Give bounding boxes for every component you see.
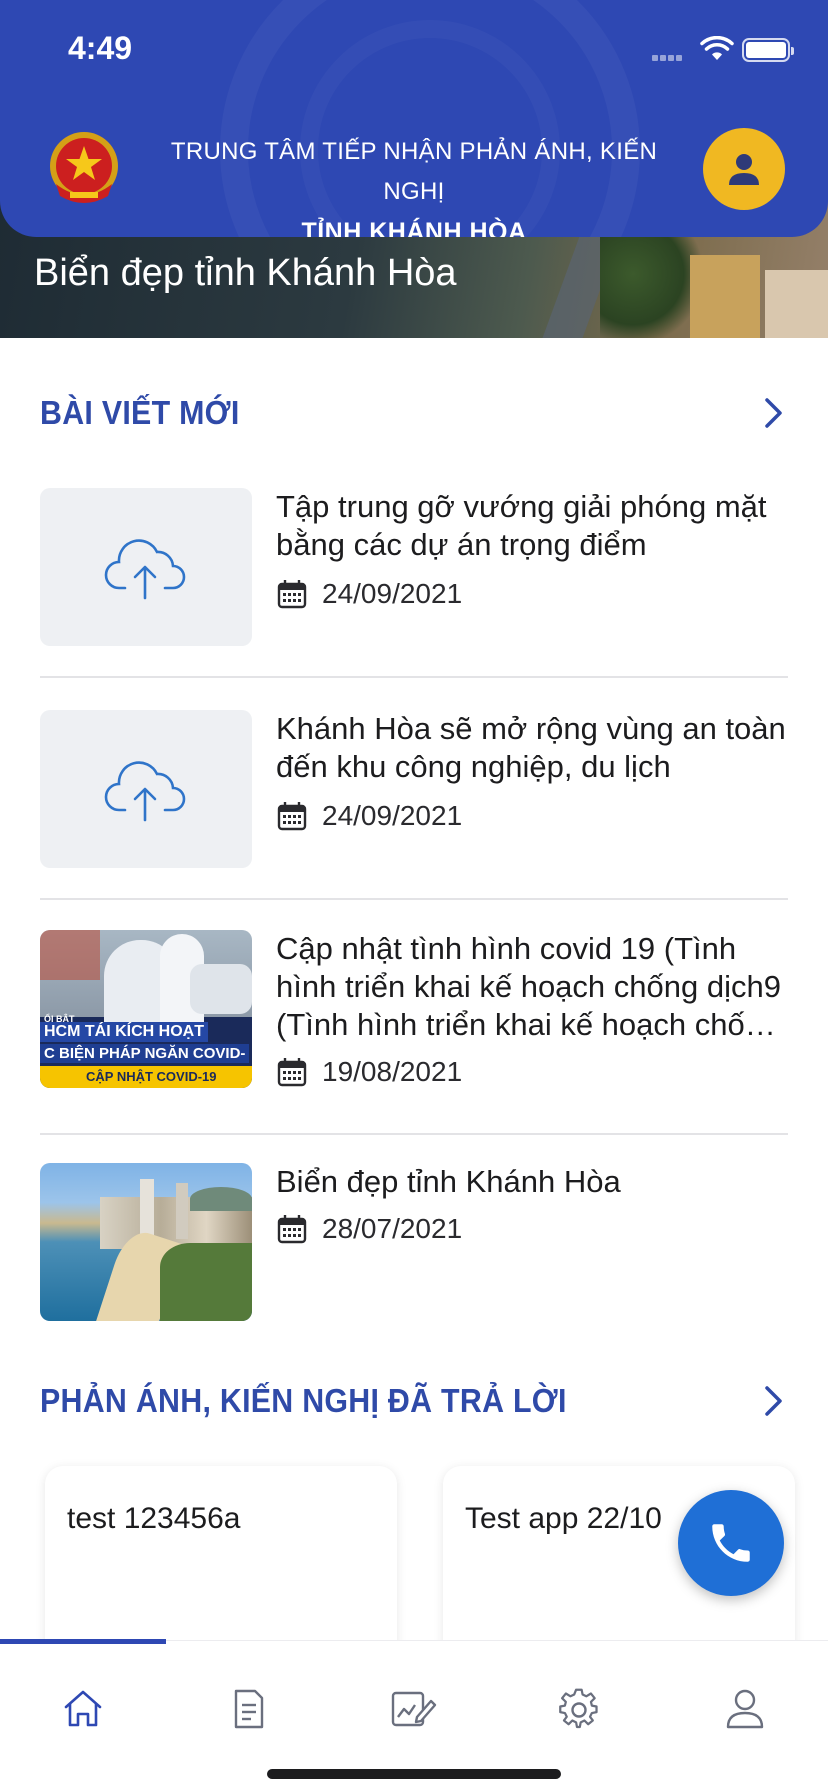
article-item[interactable]: ỔI BẬT HCM TÁI KÍCH HOẠT C BIỆN PHÁP NGĂ… bbox=[40, 930, 788, 1090]
article-date-row: 24/09/2021 bbox=[276, 576, 462, 612]
user-avatar-icon bbox=[729, 154, 759, 185]
article-date: 24/09/2021 bbox=[322, 800, 463, 831]
document-list-icon bbox=[234, 1689, 264, 1729]
calendar-icon bbox=[277, 1058, 307, 1087]
list-divider bbox=[40, 1133, 788, 1135]
home-icon bbox=[64, 1690, 102, 1727]
calendar-icon bbox=[277, 580, 307, 609]
hero-title: Biển đẹp tỉnh Khánh Hòa bbox=[34, 252, 457, 294]
article-title: Khánh Hòa sẽ mở rộng vùng an toàn đến kh… bbox=[276, 711, 786, 784]
cloud-upload-icon bbox=[104, 761, 186, 822]
news-section-header: BÀI VIẾT MỚI bbox=[40, 388, 788, 438]
article-date: 19/08/2021 bbox=[322, 1056, 463, 1087]
phone-icon bbox=[712, 1524, 750, 1562]
list-divider bbox=[40, 676, 788, 678]
article-item[interactable]: Khánh Hòa sẽ mở rộng vùng an toàn đến kh… bbox=[40, 710, 788, 870]
nav-settings[interactable] bbox=[549, 1679, 609, 1739]
thumb-text: HCM TÁI KÍCH HOẠT bbox=[40, 1022, 208, 1042]
article-date: 24/09/2021 bbox=[322, 578, 463, 609]
bottom-navigation bbox=[0, 1639, 828, 1792]
nav-submit-feedback[interactable] bbox=[383, 1679, 443, 1739]
active-tab-indicator bbox=[0, 1639, 166, 1644]
status-time: 4:49 bbox=[68, 30, 133, 66]
user-icon bbox=[726, 1689, 764, 1729]
covid-image: ỔI BẬT HCM TÁI KÍCH HOẠT C BIỆN PHÁP NGĂ… bbox=[40, 930, 252, 1088]
header-title-line2: TỈNH KHÁNH HÒA bbox=[301, 218, 527, 237]
article-item[interactable]: Tập trung gỡ vướng giải phóng mặt bằng c… bbox=[40, 488, 788, 648]
cellular-signal-icon bbox=[652, 48, 684, 66]
app-header: 4:49 TRUNG TÂM TIẾP NHẬN PHẢN ÁNH, KIẾN … bbox=[0, 0, 828, 237]
article-thumbnail bbox=[40, 488, 252, 646]
feedback-card-text: test 123456a bbox=[67, 1502, 241, 1535]
settings-icon bbox=[559, 1688, 598, 1729]
header-title: TRUNG TÂM TIẾP NHẬN PHẢN ÁNH, KIẾN NGHỊ … bbox=[150, 132, 678, 237]
battery-icon bbox=[742, 38, 794, 62]
calendar-icon bbox=[277, 802, 307, 831]
chevron-right-icon[interactable] bbox=[758, 1385, 788, 1417]
article-date-row: 19/08/2021 bbox=[276, 1054, 462, 1090]
article-title: Tập trung gỡ vướng giải phóng mặt bằng c… bbox=[276, 489, 767, 562]
cloud-upload-icon bbox=[104, 539, 186, 600]
article-date: 28/07/2021 bbox=[322, 1213, 463, 1244]
header-title-line1: TRUNG TÂM TIẾP NHẬN PHẢN ÁNH, KIẾN NGHỊ bbox=[170, 138, 658, 205]
feedback-section-header: PHẢN ÁNH, KIẾN NGHỊ ĐÃ TRẢ LỜI bbox=[40, 1376, 788, 1426]
list-divider bbox=[40, 898, 788, 900]
call-button[interactable] bbox=[678, 1490, 784, 1596]
nav-home[interactable] bbox=[53, 1679, 113, 1739]
feedback-card[interactable]: test 123456a bbox=[45, 1466, 397, 1666]
hero-building bbox=[765, 270, 828, 338]
home-indicator bbox=[267, 1769, 561, 1779]
news-section-title: BÀI VIẾT MỚI bbox=[40, 394, 240, 431]
article-title: Cập nhật tình hình covid 19 (Tình hình t… bbox=[276, 931, 781, 1042]
hero-building bbox=[690, 255, 760, 338]
article-thumbnail bbox=[40, 1163, 252, 1321]
nav-documents[interactable] bbox=[219, 1679, 279, 1739]
article-title: Biển đẹp tỉnh Khánh Hòa bbox=[276, 1164, 621, 1199]
national-emblem-logo bbox=[42, 126, 126, 210]
feedback-section-title: PHẢN ÁNH, KIẾN NGHỊ ĐÃ TRẢ LỜI bbox=[40, 1382, 567, 1419]
wifi-icon bbox=[700, 35, 734, 67]
calendar-icon bbox=[277, 1215, 307, 1244]
nav-account[interactable] bbox=[715, 1679, 775, 1739]
status-bar: 4:49 bbox=[0, 0, 828, 100]
edit-document-icon bbox=[391, 1691, 437, 1727]
article-thumbnail: ỔI BẬT HCM TÁI KÍCH HOẠT C BIỆN PHÁP NGĂ… bbox=[40, 930, 252, 1088]
thumb-text: C BIỆN PHÁP NGĂN COVID- bbox=[40, 1044, 250, 1063]
profile-button[interactable] bbox=[703, 128, 785, 210]
article-date-row: 24/09/2021 bbox=[276, 798, 462, 834]
thumb-text: CẬP NHẬT COVID-19 bbox=[40, 1066, 252, 1088]
beach-image bbox=[40, 1163, 252, 1321]
article-thumbnail bbox=[40, 710, 252, 868]
chevron-right-icon[interactable] bbox=[758, 397, 788, 429]
article-date-row: 28/07/2021 bbox=[276, 1211, 462, 1247]
article-item[interactable]: Biển đẹp tỉnh Khánh Hòa 28/07/2021 bbox=[40, 1163, 788, 1323]
